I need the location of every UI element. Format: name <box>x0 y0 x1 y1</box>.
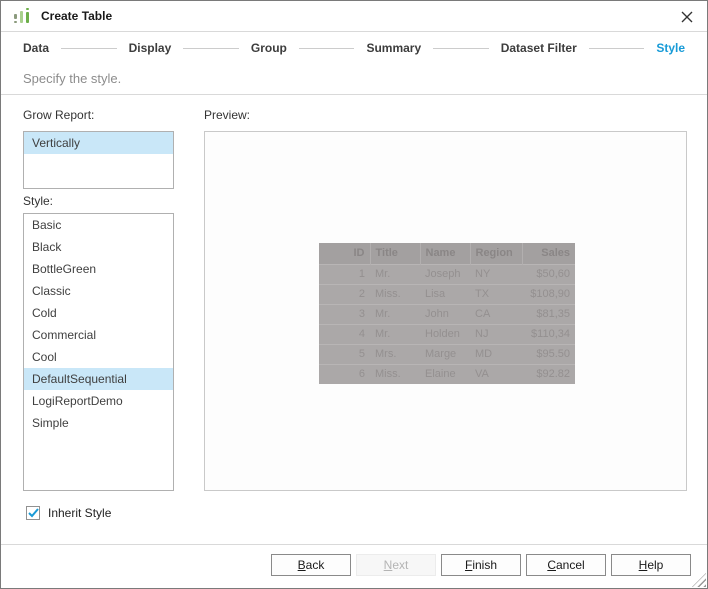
table-cell: 1 <box>319 263 370 284</box>
list-item-cool[interactable]: Cool <box>24 346 173 368</box>
table-header-cell: Sales <box>522 243 575 264</box>
table-cell: John <box>420 303 470 324</box>
inherit-style-label: Inherit Style <box>48 506 112 520</box>
table-cell: NY <box>470 263 522 284</box>
list-item-vertically[interactable]: Vertically <box>24 132 173 154</box>
preview-panel: ID Title Name Region Sales 1 Mr. Joseph … <box>204 131 687 491</box>
list-item-simple[interactable]: Simple <box>24 412 173 434</box>
table-cell: VA <box>470 363 522 384</box>
style-listbox[interactable]: Basic Black BottleGreen Classic Cold Com… <box>23 213 174 491</box>
step-connector <box>433 47 489 49</box>
list-item-classic[interactable]: Classic <box>24 280 173 302</box>
table-cell: 6 <box>319 363 370 384</box>
list-item-bottlegreen[interactable]: BottleGreen <box>24 258 173 280</box>
back-button[interactable]: Back <box>271 554 351 576</box>
resize-grip[interactable] <box>692 573 706 587</box>
dialog-title: Create Table <box>41 9 113 23</box>
table-header-cell: Name <box>420 243 471 264</box>
step-connector <box>183 47 239 49</box>
table-cell: 4 <box>319 323 370 344</box>
list-item-black[interactable]: Black <box>24 236 173 258</box>
preview-label: Preview: <box>204 108 251 122</box>
close-icon <box>681 11 693 23</box>
table-cell: TX <box>470 283 522 304</box>
step-connector <box>298 47 355 49</box>
list-item-logireportdemo[interactable]: LogiReportDemo <box>24 390 173 412</box>
table-cell: $108,90 <box>522 283 575 304</box>
table-cell: $92.82 <box>522 363 575 384</box>
table-row: 5 Mrs. Marge MD $95.50 <box>319 343 575 364</box>
table-cell: Mr. <box>370 303 420 324</box>
next-button[interactable]: Next <box>356 554 436 576</box>
list-item-cold[interactable]: Cold <box>24 302 173 324</box>
table-row: 1 Mr. Joseph NY $50,60 <box>319 263 575 284</box>
list-item-defaultsequential[interactable]: DefaultSequential <box>24 368 173 390</box>
table-header-row: ID Title Name Region Sales <box>319 243 575 264</box>
table-cell: 5 <box>319 343 370 364</box>
table-cell: Mr. <box>370 263 420 284</box>
table-cell: 3 <box>319 303 370 324</box>
step-summary[interactable]: Summary <box>366 41 421 55</box>
preview-table: ID Title Name Region Sales 1 Mr. Joseph … <box>319 243 575 384</box>
table-cell: $81,35 <box>522 303 575 324</box>
table-header-cell: ID <box>319 243 371 264</box>
grow-report-label: Grow Report: <box>23 108 95 122</box>
footer-divider <box>1 544 707 545</box>
table-cell: $50,60 <box>522 263 575 284</box>
close-button[interactable] <box>677 7 697 27</box>
step-connector <box>588 47 645 49</box>
cancel-button[interactable]: Cancel <box>526 554 606 576</box>
step-connector <box>61 47 117 49</box>
table-cell: $110,34 <box>522 323 575 344</box>
table-header-cell: Title <box>370 243 421 264</box>
create-table-dialog: Create Table Data Display Group Summary … <box>0 0 708 589</box>
check-icon <box>27 508 39 518</box>
style-label: Style: <box>23 194 54 208</box>
table-cell: MD <box>470 343 522 364</box>
checkbox-box[interactable] <box>26 506 40 520</box>
step-data[interactable]: Data <box>23 41 49 55</box>
table-cell: Mr. <box>370 323 420 344</box>
table-cell: Joseph <box>420 263 470 284</box>
table-cell: $95.50 <box>522 343 575 364</box>
page-description: Specify the style. <box>1 63 707 95</box>
table-cell: Miss. <box>370 363 420 384</box>
table-cell: Holden <box>420 323 470 344</box>
list-item-basic[interactable]: Basic <box>24 214 173 236</box>
table-row: 6 Miss. Elaine VA $92.82 <box>319 363 575 384</box>
help-button[interactable]: Help <box>611 554 691 576</box>
table-row: 3 Mr. John CA $81,35 <box>319 303 575 324</box>
finish-button[interactable]: Finish <box>441 554 521 576</box>
grow-report-listbox[interactable]: Vertically <box>23 131 174 189</box>
table-row: 2 Miss. Lisa TX $108,90 <box>319 283 575 304</box>
table-cell: 2 <box>319 283 370 304</box>
table-cell: Marge <box>420 343 470 364</box>
table-cell: NJ <box>470 323 522 344</box>
table-cell: CA <box>470 303 522 324</box>
table-cell: Miss. <box>370 283 420 304</box>
step-style[interactable]: Style <box>656 41 685 55</box>
inherit-style-checkbox[interactable]: Inherit Style <box>26 504 111 522</box>
table-row: 4 Mr. Holden NJ $110,34 <box>319 323 575 344</box>
wizard-steps: Data Display Group Summary Dataset Filte… <box>1 33 707 63</box>
step-group[interactable]: Group <box>251 41 287 55</box>
step-dataset-filter[interactable]: Dataset Filter <box>501 41 577 55</box>
table-header-cell: Region <box>470 243 523 264</box>
bar-chart-icon <box>13 7 31 25</box>
step-display[interactable]: Display <box>129 41 172 55</box>
table-cell: Lisa <box>420 283 470 304</box>
list-item-commercial[interactable]: Commercial <box>24 324 173 346</box>
table-cell: Mrs. <box>370 343 420 364</box>
titlebar: Create Table <box>1 1 707 32</box>
table-cell: Elaine <box>420 363 470 384</box>
